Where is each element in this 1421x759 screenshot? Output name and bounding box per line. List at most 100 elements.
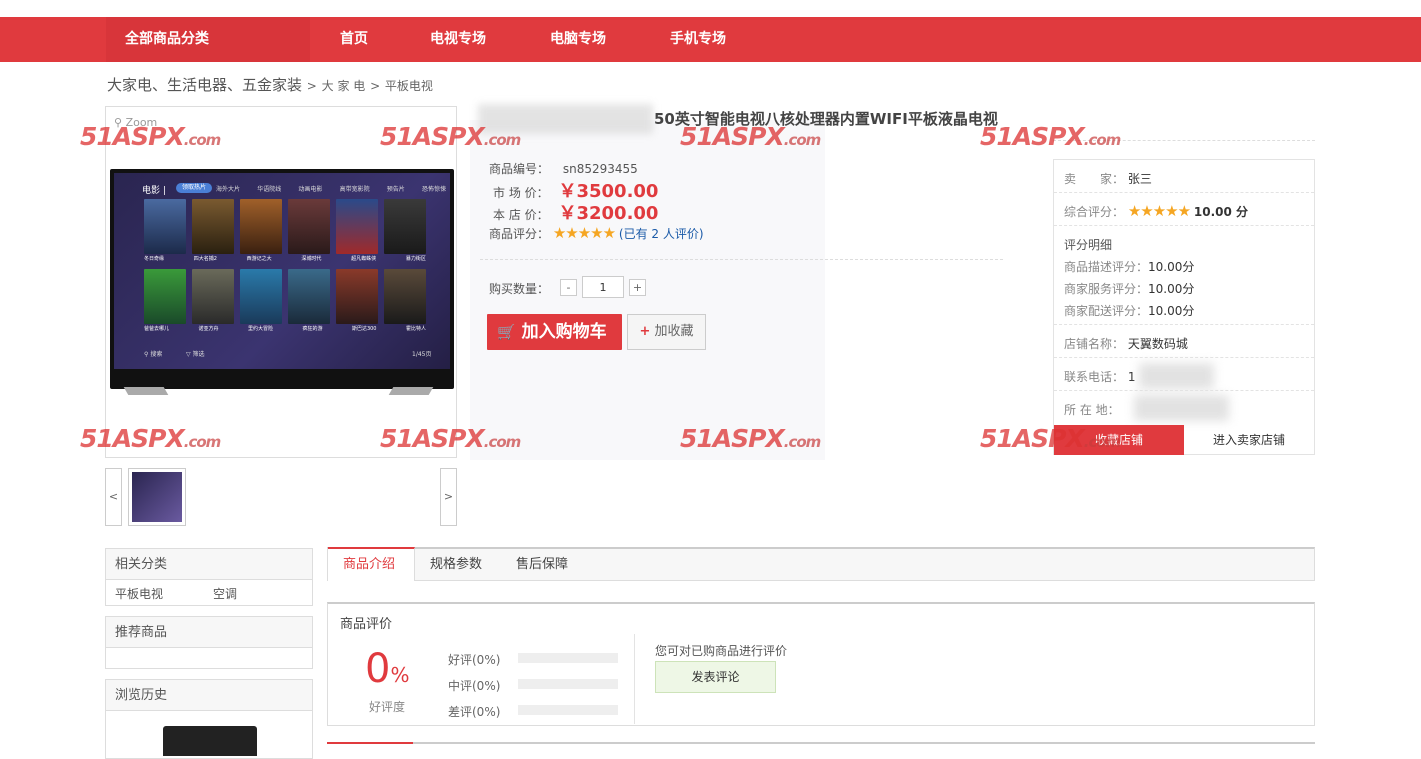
- nav-item-tv[interactable]: 电视专场: [430, 17, 486, 62]
- tab-aftersale[interactable]: 售后保障: [516, 549, 568, 581]
- rating-label: 商品评分：: [489, 227, 550, 241]
- market-price-label: 市 场 价：: [493, 186, 549, 200]
- tv-poster: [288, 199, 330, 254]
- watermark-suffix: .com: [183, 433, 222, 451]
- tv-poster-caption: 深城时代: [301, 256, 322, 262]
- overall-score: 10.00 分: [1193, 205, 1249, 219]
- tv-screen: 电影 | 领取热片 海外大片 华语院线 动画电影 高带宽影院 预告片 恐怖惊悚 冬日奇缘 四…: [114, 173, 450, 369]
- qty-minus-button[interactable]: -: [560, 279, 577, 296]
- overall-rating-row: 综合评分： ★★★★★ 10.00 分: [1064, 202, 1248, 220]
- tv-menu-item: 高带宽影院: [339, 186, 370, 193]
- thumb-prev-button[interactable]: <: [105, 468, 122, 526]
- write-review-button[interactable]: 发表评论: [655, 661, 776, 693]
- nav-item-computer[interactable]: 电脑专场: [550, 17, 606, 62]
- tab-intro[interactable]: 商品介绍: [328, 547, 415, 581]
- shop-name-row: 店铺名称： 天翼数码城: [1064, 335, 1188, 352]
- blurred-location: [1134, 395, 1229, 421]
- good-rate-label: 好评度: [369, 700, 406, 714]
- tv-menu-item: 华语院线: [257, 186, 282, 193]
- related-item-flat-tv[interactable]: 平板电视: [115, 585, 163, 602]
- thumb-next-button[interactable]: >: [440, 468, 457, 526]
- tv-poster-caption: 超凡蜘蛛侠: [351, 256, 377, 262]
- shop-name[interactable]: 天翼数码城: [1128, 337, 1188, 351]
- product-code-label: 商品编号：: [489, 162, 550, 176]
- breadcrumb: 大家电、生活电器、五金家装 > 大 家 电 > 平板电视: [107, 74, 433, 95]
- tv-poster-caption: 里约大冒险: [247, 326, 273, 332]
- tv-poster: [144, 199, 186, 254]
- score-detail-title: 评分明细: [1064, 238, 1113, 252]
- tv-filter-label: 筛选: [192, 351, 205, 358]
- tv-poster: [192, 269, 234, 324]
- add-to-cart-button[interactable]: 🛒 加入购物车: [487, 314, 622, 350]
- thumbnail-image: [132, 472, 182, 522]
- watermark-main: 51ASPX: [980, 122, 1085, 151]
- desc-score-label: 商品描述评分：: [1064, 260, 1149, 274]
- add-favorite-button[interactable]: + 加收藏: [627, 314, 706, 350]
- good-review-bar: [518, 653, 618, 663]
- delivery-score-row: 商家配送评分：10.00分: [1064, 302, 1194, 319]
- rating-stars-icon: ★★★★★: [552, 224, 616, 242]
- all-categories-button[interactable]: 全部商品分类: [106, 17, 310, 62]
- watermark: 51ASPX.com: [80, 122, 221, 151]
- bottom-tab-line: [327, 742, 1315, 744]
- tv-menu-item: 恐怖惊悚: [421, 186, 446, 193]
- watermark-suffix: .com: [483, 433, 522, 451]
- qty-input[interactable]: [582, 276, 624, 298]
- review-prompt: 您可对已购商品进行评价: [655, 644, 788, 658]
- tv-row1-captions: 冬日奇缘 四大名捕2 西游记之大 深城时代 超凡蜘蛛侠 暴力街区: [144, 255, 426, 262]
- history-thumbnail[interactable]: [163, 726, 257, 756]
- watermark-main: 51ASPX: [680, 122, 785, 151]
- tv-filter: ▽ 筛选: [186, 351, 205, 358]
- cart-icon: 🛒: [497, 323, 516, 341]
- delivery-score-label: 商家配送评分：: [1064, 304, 1149, 318]
- rating-count-link[interactable]: (已有 2 人评价): [619, 227, 704, 241]
- seller-name[interactable]: 张三: [1128, 172, 1152, 186]
- tv-stand-left: [123, 387, 169, 395]
- reviews-title: 商品评价: [340, 617, 393, 632]
- seller-divider: [1054, 324, 1314, 325]
- tab-specs[interactable]: 规格参数: [430, 549, 482, 581]
- overall-stars-icon: ★★★★★: [1127, 202, 1191, 220]
- related-item-aircon[interactable]: 空调: [213, 585, 237, 602]
- location-row: 所 在 地：: [1064, 401, 1120, 418]
- phone-label: 联系电话：: [1064, 370, 1125, 384]
- watermark-suffix: .com: [783, 131, 822, 149]
- watermark: 51ASPX.com: [80, 424, 222, 453]
- tv-menu-item: 动画电影: [298, 186, 323, 193]
- enter-shop-button[interactable]: 进入卖家店铺: [1184, 425, 1314, 455]
- product-main-image[interactable]: ⚲ Zoom 电影 | 领取热片 海外大片 华语院线 动画电影 高带宽影院 预告片 恐怖惊…: [105, 106, 457, 458]
- watermark-main: 51ASPX: [680, 424, 785, 453]
- breadcrumb-level3[interactable]: 平板电视: [385, 79, 433, 93]
- reviews-divider: [634, 634, 635, 724]
- tv-chip: 领取热片: [176, 183, 212, 193]
- seller-divider: [1054, 390, 1314, 391]
- phone-row: 联系电话： 1: [1064, 368, 1135, 385]
- watermark: 51ASPX.com: [680, 122, 822, 151]
- delivery-score: 10.00分: [1148, 304, 1195, 318]
- tv-poster: [336, 269, 378, 324]
- seller-label: 卖 家：: [1064, 172, 1125, 186]
- seller-panel: 卖 家： 张三 综合评分： ★★★★★ 10.00 分 评分明细 商品描述评分：…: [1053, 159, 1315, 455]
- service-score: 10.00分: [1148, 282, 1195, 296]
- desc-score-row: 商品描述评分：10.00分: [1064, 258, 1194, 275]
- phone-value: 1: [1127, 370, 1136, 384]
- nav-item-home[interactable]: 首页: [340, 17, 368, 62]
- breadcrumb-root[interactable]: 大家电、生活电器、五金家装: [107, 76, 302, 94]
- bad-review-bar: [518, 705, 618, 715]
- reviews-panel: 商品评价 0% 好评度 好评(0%) 中评(0%) 差评(0%) 您可对已购商品…: [327, 602, 1315, 726]
- qty-plus-button[interactable]: +: [629, 279, 646, 296]
- product-code: sn85293455: [562, 162, 638, 176]
- thumbnail[interactable]: [128, 468, 186, 526]
- watermark-main: 51ASPX: [80, 424, 185, 453]
- watermark: 51ASPX.com: [980, 122, 1121, 151]
- related-categories-title: 相关分类: [106, 549, 312, 580]
- recommended-title: 推荐商品: [106, 617, 312, 648]
- good-rate-sign: %: [390, 663, 410, 687]
- tv-poster: [144, 269, 186, 324]
- plus-icon: +: [639, 324, 651, 339]
- breadcrumb-level2[interactable]: 大 家 电: [322, 79, 366, 93]
- mid-review-bar: [518, 679, 618, 689]
- nav-item-phone[interactable]: 手机专场: [670, 17, 726, 62]
- tv-menu-item: 预告片: [386, 186, 405, 193]
- qty-label: 购买数量：: [489, 282, 550, 296]
